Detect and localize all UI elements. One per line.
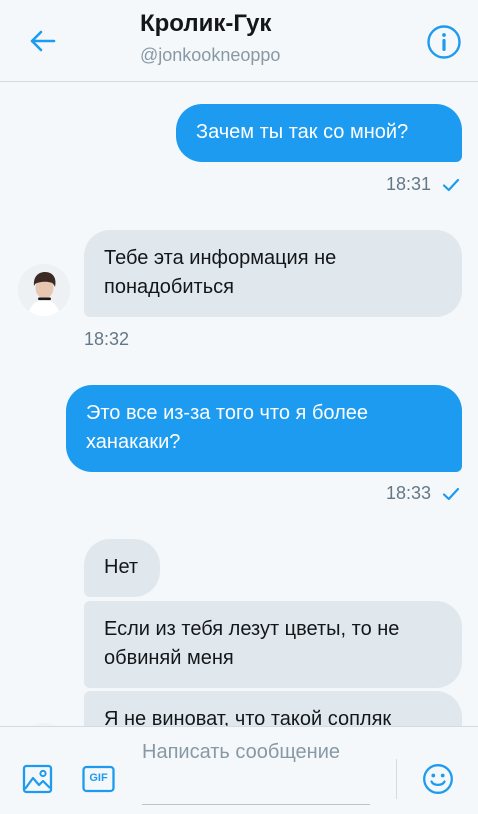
outgoing-message-bubble[interactable]: Зачем ты так со мной?	[176, 104, 462, 162]
message-composer: GIF	[0, 726, 478, 814]
message-input[interactable]	[142, 739, 370, 805]
contact-name[interactable]: Кролик-Гук	[140, 10, 271, 38]
emoji-icon	[423, 764, 453, 794]
add-gif-button[interactable]: GIF	[82, 765, 115, 793]
image-icon	[22, 764, 53, 794]
read-check-icon	[442, 487, 460, 501]
gif-label: GIF	[89, 772, 108, 784]
contact-handle: @jonkookneoppo	[140, 45, 281, 65]
message-list[interactable]: Зачем ты так со мной? 18:31 Тебе эта инф…	[0, 83, 478, 726]
message-timestamp: 18:33	[386, 483, 432, 503]
message-timestamp: 18:31	[386, 174, 432, 194]
incoming-message-bubble[interactable]: Я не виноват, что такой сопляк	[84, 691, 462, 726]
read-check-icon	[442, 178, 460, 192]
incoming-message-bubble[interactable]: Нет	[84, 539, 160, 597]
contact-avatar[interactable]	[18, 264, 70, 316]
conversation-header: Кролик-Гук @jonkookneoppo	[0, 0, 478, 82]
add-image-button[interactable]	[22, 763, 54, 795]
avatar-photo	[18, 264, 70, 316]
emoji-button[interactable]	[422, 763, 454, 795]
arrow-left-icon	[30, 30, 56, 52]
info-button[interactable]	[426, 24, 462, 60]
incoming-message-bubble[interactable]: Тебе эта информация не понадобиться	[84, 230, 462, 317]
message-timestamp: 18:32	[84, 329, 130, 349]
incoming-message-bubble[interactable]: Если из тебя лезут цветы, то не обвиняй …	[84, 601, 462, 688]
composer-divider	[396, 759, 397, 799]
outgoing-message-bubble[interactable]: Это все из-за того что я более ханакаки?	[66, 385, 462, 472]
back-button[interactable]	[22, 24, 62, 58]
info-circle-icon	[427, 25, 461, 59]
